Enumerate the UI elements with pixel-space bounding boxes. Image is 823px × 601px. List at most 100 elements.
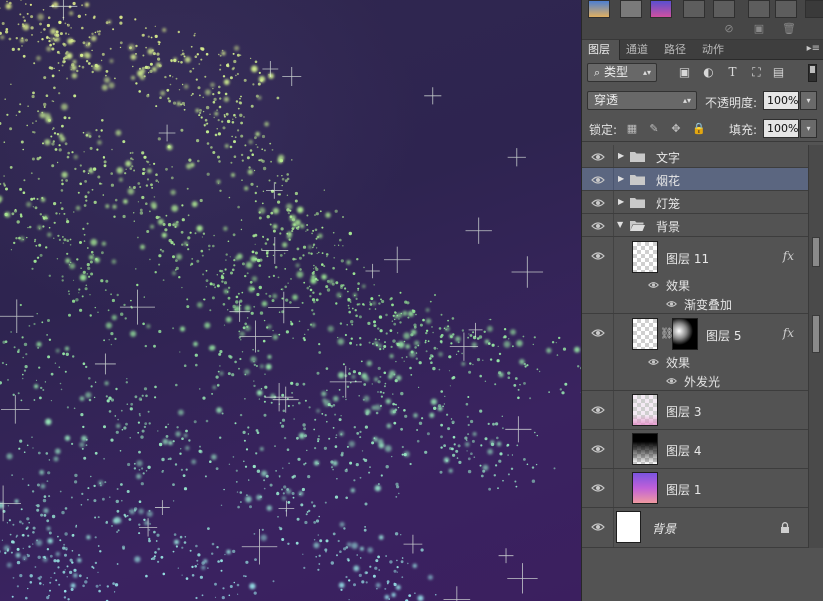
fx-icon[interactable]: fx (783, 249, 794, 263)
trash-icon[interactable]: 🗑 (782, 23, 796, 35)
layer-row[interactable]: 图层 4 (582, 430, 808, 469)
visibility-eye-icon[interactable] (591, 522, 605, 532)
sparkle-dot (61, 103, 68, 111)
layer-mask-thumbnail[interactable] (672, 318, 698, 350)
collapsed-triangle-icon[interactable]: ▶ (618, 151, 624, 160)
sparkle-dot (243, 116, 245, 118)
sparkle-dot (32, 531, 35, 534)
layer-group-row[interactable]: ▶ 文字 (582, 145, 808, 168)
layer-row-with-effects[interactable]: ⛓ 图层 5 fx 效果 外发光 (582, 314, 808, 391)
visibility-eye-icon[interactable] (591, 152, 605, 162)
collapsed-triangle-icon[interactable]: ▶ (618, 197, 624, 206)
sparkle-dot (109, 58, 114, 64)
layer-row[interactable]: 图层 3 (582, 391, 808, 430)
sparkle-dot (208, 345, 214, 351)
effect-visibility-eye-icon[interactable] (648, 358, 659, 366)
lock-image-icon[interactable]: ✎ (648, 123, 660, 135)
shape-filter-icon[interactable]: ⛶ (750, 66, 763, 79)
tab-actions[interactable]: 动作 (696, 40, 730, 60)
swatch-menu-button[interactable] (805, 0, 823, 18)
sparkle-dot (374, 341, 379, 346)
swatch-thumb-2[interactable] (620, 0, 642, 18)
swatch-thumb-7[interactable] (775, 0, 797, 18)
sparkle-dot (487, 422, 490, 425)
fill-field[interactable]: 100% (763, 119, 799, 138)
swatch-thumb-3[interactable] (650, 0, 672, 18)
visibility-eye-icon[interactable] (591, 444, 605, 454)
type-filter-icon[interactable]: T (726, 66, 739, 79)
layer-group-row[interactable]: ▶ 灯笼 (582, 191, 808, 214)
layer-row[interactable]: 图层 1 (582, 469, 808, 508)
sparkle-dot (86, 247, 89, 249)
scroll-marker[interactable] (812, 237, 820, 267)
sparkle-dot (105, 521, 108, 524)
effect-visibility-eye-icon[interactable] (648, 281, 659, 289)
sparkle-dot (87, 266, 91, 270)
tab-channels[interactable]: 通道 (620, 40, 654, 60)
sparkle-dot (79, 164, 82, 167)
visibility-eye-icon[interactable] (591, 251, 605, 261)
sparkle-dot (12, 577, 15, 579)
visibility-eye-icon[interactable] (591, 405, 605, 415)
layer-list-scroll-gutter[interactable] (808, 145, 823, 548)
sparkle-dot (335, 436, 337, 439)
expanded-triangle-icon[interactable]: ▼ (617, 220, 623, 229)
document-canvas[interactable] (0, 0, 581, 601)
sparkle-dot (226, 549, 231, 555)
image-filter-icon[interactable]: ▣ (678, 66, 691, 79)
layer-group-row-expanded[interactable]: ▼ 背景 (582, 214, 808, 237)
sparkle-dot (138, 500, 142, 504)
sparkle-dot (239, 357, 242, 361)
sparkle-dot (467, 336, 469, 339)
layer-group-row-selected[interactable]: ▶ 烟花 (582, 168, 808, 191)
no-entry-icon[interactable]: ⊘ (722, 23, 736, 35)
lock-all-icon[interactable]: 🔒 (692, 123, 706, 135)
visibility-eye-icon[interactable] (591, 483, 605, 493)
sparkle-dot (10, 551, 13, 554)
lock-position-icon[interactable]: ✥ (670, 123, 682, 135)
opacity-field[interactable]: 100% (763, 91, 799, 110)
sparkle-dot (62, 236, 64, 238)
sparkle-dot (63, 116, 67, 120)
visibility-eye-icon[interactable] (591, 198, 605, 208)
panel-menu-icon[interactable]: ▸≡ (807, 43, 820, 54)
opacity-dropdown-button[interactable]: ▾ (800, 91, 817, 110)
sparkle-dot (334, 413, 337, 416)
visibility-eye-icon[interactable] (591, 328, 605, 338)
effect-visibility-eye-icon[interactable] (666, 377, 677, 385)
swatch-thumb-6[interactable] (748, 0, 770, 18)
tab-layers[interactable]: 图层 (582, 40, 620, 60)
sparkle-dot (281, 538, 285, 541)
scroll-marker[interactable] (812, 315, 820, 353)
collapsed-triangle-icon[interactable]: ▶ (618, 174, 624, 183)
sparkle-dot (269, 142, 272, 145)
fill-dropdown-button[interactable]: ▾ (800, 119, 817, 138)
sparkle-dot (254, 136, 257, 140)
effect-visibility-eye-icon[interactable] (666, 300, 677, 308)
filter-kind-select[interactable]: ⌕ 类型 ▴▾ (587, 63, 657, 82)
sparkle-dot (158, 442, 163, 447)
swatch-thumb-5[interactable] (713, 0, 735, 18)
filter-toggle-switch[interactable] (808, 64, 817, 82)
tab-paths[interactable]: 路径 (658, 40, 692, 60)
swatch-thumb-4[interactable] (683, 0, 705, 18)
blend-mode-select[interactable]: 穿透 ▴▾ (587, 91, 697, 110)
sparkle-dot (234, 360, 237, 364)
sparkle-dot (229, 76, 233, 80)
lock-transparency-icon[interactable]: ▦ (626, 123, 638, 135)
new-item-icon[interactable]: ▣ (752, 23, 766, 35)
background-layer-row[interactable]: 背景 (582, 508, 808, 548)
adjustment-filter-icon[interactable]: ◐ (702, 66, 715, 79)
sparkle-dot (378, 302, 381, 305)
smart-object-filter-icon[interactable]: ▤ (772, 66, 785, 79)
sparkle-dot (302, 382, 306, 386)
sparkle-dot (184, 56, 191, 63)
sparkle-dot (150, 201, 157, 208)
visibility-eye-icon[interactable] (591, 221, 605, 231)
sparkle-dot (154, 271, 157, 274)
fx-icon[interactable]: fx (783, 326, 794, 340)
layer-row-with-effects[interactable]: 图层 11 fx 效果 渐变叠加 (582, 237, 808, 314)
sparkle-dot (407, 316, 410, 319)
visibility-eye-icon[interactable] (591, 175, 605, 185)
swatch-thumb-1[interactable] (588, 0, 610, 18)
